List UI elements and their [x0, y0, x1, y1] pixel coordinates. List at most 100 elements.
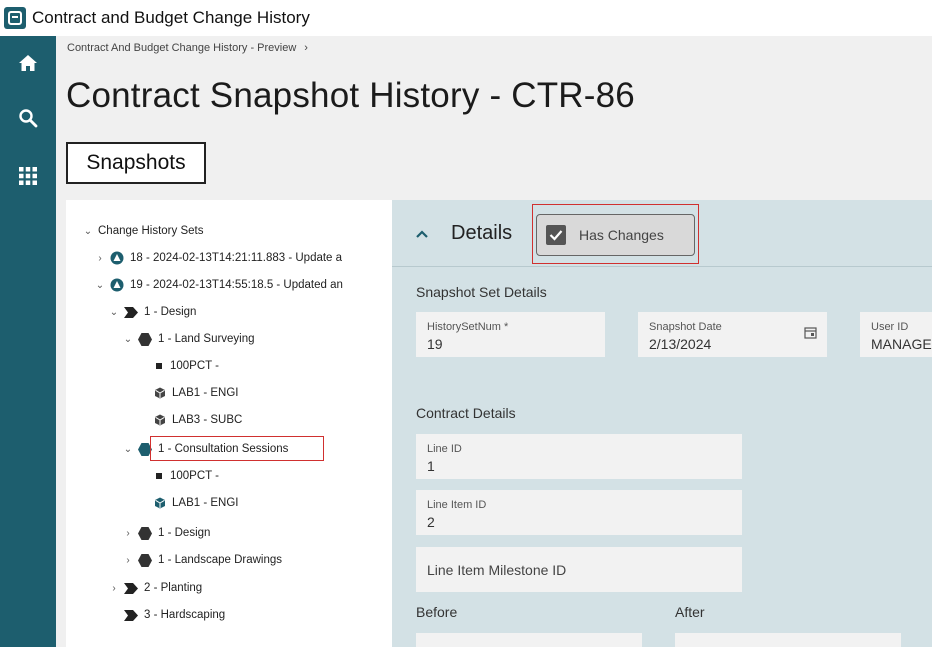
has-changes-label: Has Changes	[579, 227, 664, 243]
user-id-field[interactable]: User ID MANAGEI	[860, 312, 932, 357]
tree-node-label[interactable]: 1 - Land Surveying	[158, 333, 255, 345]
details-panel: Details Has Changes Snapshot Set Details…	[392, 200, 932, 647]
resource-cube-icon	[154, 497, 166, 509]
window-titlebar: Contract and Budget Change History	[0, 0, 932, 36]
before-description-field[interactable]	[416, 633, 642, 647]
tree-node-100pct-b[interactable]: 100PCT -	[154, 466, 219, 486]
field-value: MANAGEI	[871, 336, 932, 352]
calendar-icon[interactable]	[804, 326, 817, 344]
tree-node-label[interactable]: 19 - 2024-02-13T14:55:18.5 - Updated an	[130, 279, 343, 291]
tree-node-design-2[interactable]: › 1 - Design	[122, 523, 210, 543]
line-id-field[interactable]: Line ID 1	[416, 434, 742, 479]
breadcrumb-item[interactable]: Contract And Budget Change History - Pre…	[67, 42, 296, 54]
field-label: Line ID	[427, 443, 462, 455]
search-button[interactable]	[0, 98, 56, 138]
apps-grid-icon	[19, 167, 37, 185]
window-title: Contract and Budget Change History	[32, 8, 310, 27]
field-label: Snapshot Date	[649, 321, 722, 333]
history-set-num-field[interactable]: HistorySetNum * 19	[416, 312, 605, 357]
tree-node-label[interactable]: LAB3 - SUBC	[172, 414, 242, 426]
history-set-icon	[110, 278, 124, 292]
breadcrumb-separator-icon: ›	[304, 42, 308, 54]
tree-node-planting[interactable]: › 2 - Planting	[108, 578, 202, 598]
task-hexagon-icon	[138, 442, 152, 456]
line-item-id-field[interactable]: Line Item ID 2	[416, 490, 742, 535]
field-label: HistorySetNum *	[427, 321, 509, 333]
snapshot-set-details-heading: Snapshot Set Details	[416, 284, 547, 300]
milestone-square-icon	[154, 471, 164, 481]
tree-node-set-19[interactable]: ⌄ 19 - 2024-02-13T14:55:18.5 - Updated a…	[94, 275, 343, 295]
chevron-up-icon	[416, 230, 428, 238]
collapse-details-button[interactable]	[412, 222, 432, 246]
tree-node-label[interactable]: LAB1 - ENGI	[172, 387, 238, 399]
resource-cube-icon	[154, 387, 166, 399]
tree-node-consultation-sessions[interactable]: ⌄ 1 - Consultation Sessions	[122, 439, 288, 459]
after-heading: After	[675, 604, 705, 620]
tree-node-hardscaping[interactable]: 3 - Hardscaping	[124, 605, 225, 625]
field-value: 2/13/2024	[649, 336, 712, 352]
tree-node-label[interactable]: 1 - Design	[158, 527, 210, 539]
snapshot-date-field[interactable]: Snapshot Date 2/13/2024	[638, 312, 827, 357]
details-header: Details Has Changes	[392, 200, 932, 267]
tree-node-label[interactable]: 100PCT -	[170, 360, 219, 372]
tree-node-label[interactable]: 1 - Design	[144, 306, 196, 318]
checkbox-checked-icon[interactable]	[546, 225, 566, 245]
field-value: 19	[427, 336, 443, 352]
tree-node-lab1-b[interactable]: LAB1 - ENGI	[154, 493, 238, 513]
main-content: Contract And Budget Change History - Pre…	[56, 36, 932, 647]
tree-node-label[interactable]: 18 - 2024-02-13T14:21:11.883 - Update a	[130, 252, 342, 264]
milestone-square-icon	[154, 361, 164, 371]
tree-node-label[interactable]: 100PCT -	[170, 470, 219, 482]
tree-node-design-1[interactable]: ⌄ 1 - Design	[108, 302, 197, 322]
chevron-right-icon[interactable]: ›	[122, 555, 134, 566]
tree-node-label[interactable]: 1 - Consultation Sessions	[158, 443, 288, 455]
details-title: Details	[451, 222, 513, 244]
after-description-field[interactable]	[675, 633, 901, 647]
field-label: User ID	[871, 321, 909, 333]
field-label: Line Item ID	[427, 499, 487, 511]
chevron-right-icon[interactable]: ›	[94, 253, 106, 264]
field-value: 2	[427, 514, 435, 530]
phase-icon	[124, 609, 138, 621]
tree-node-label[interactable]: LAB1 - ENGI	[172, 497, 238, 509]
tree-node-lab3[interactable]: LAB3 - SUBC	[154, 410, 242, 430]
tab-snapshots[interactable]: Snapshots	[66, 142, 206, 184]
phase-icon	[124, 306, 138, 318]
chevron-right-icon[interactable]: ›	[108, 583, 120, 594]
tree-node-land-surveying[interactable]: ⌄ 1 - Land Surveying	[122, 329, 255, 349]
tree-node-label[interactable]: 3 - Hardscaping	[144, 609, 225, 621]
breadcrumb: Contract And Budget Change History - Pre…	[67, 42, 308, 54]
line-item-milestone-id-field[interactable]: Line Item Milestone ID	[416, 547, 742, 592]
tree-node-lab1-a[interactable]: LAB1 - ENGI	[154, 383, 238, 403]
change-history-tree: ⌄ Change History Sets › 18 - 2024-02-13T…	[66, 200, 392, 647]
has-changes-toggle[interactable]: Has Changes	[536, 214, 695, 256]
task-hexagon-icon	[138, 526, 152, 540]
chevron-down-icon[interactable]: ⌄	[108, 307, 120, 318]
tree-node-landscape-drawings[interactable]: › 1 - Landscape Drawings	[122, 550, 282, 570]
home-button[interactable]	[0, 43, 56, 83]
tree-node-label[interactable]: 2 - Planting	[144, 582, 202, 594]
task-hexagon-icon	[138, 332, 152, 346]
chevron-right-icon[interactable]: ›	[122, 528, 134, 539]
resource-cube-icon	[154, 414, 166, 426]
tree-node-label[interactable]: 1 - Landscape Drawings	[158, 554, 282, 566]
tree-node-100pct-a[interactable]: 100PCT -	[154, 356, 219, 376]
chevron-down-icon[interactable]: ⌄	[122, 444, 134, 455]
nav-rail	[0, 36, 56, 647]
tree-node-root[interactable]: ⌄ Change History Sets	[82, 221, 204, 241]
tree-node-label[interactable]: Change History Sets	[98, 225, 203, 237]
search-icon	[19, 109, 38, 128]
page-title: Contract Snapshot History - CTR-86	[66, 76, 635, 115]
home-icon	[19, 55, 37, 71]
task-hexagon-icon	[138, 553, 152, 567]
field-value: 1	[427, 458, 435, 474]
app-logo-icon	[4, 7, 26, 29]
before-heading: Before	[416, 604, 458, 620]
apps-button[interactable]	[0, 156, 56, 196]
chevron-down-icon[interactable]: ⌄	[122, 334, 134, 345]
chevron-down-icon[interactable]: ⌄	[94, 280, 106, 291]
chevron-down-icon[interactable]: ⌄	[82, 226, 94, 237]
field-placeholder: Line Item Milestone ID	[427, 561, 567, 578]
tree-node-set-18[interactable]: › 18 - 2024-02-13T14:21:11.883 - Update …	[94, 248, 342, 268]
phase-icon	[124, 582, 138, 594]
